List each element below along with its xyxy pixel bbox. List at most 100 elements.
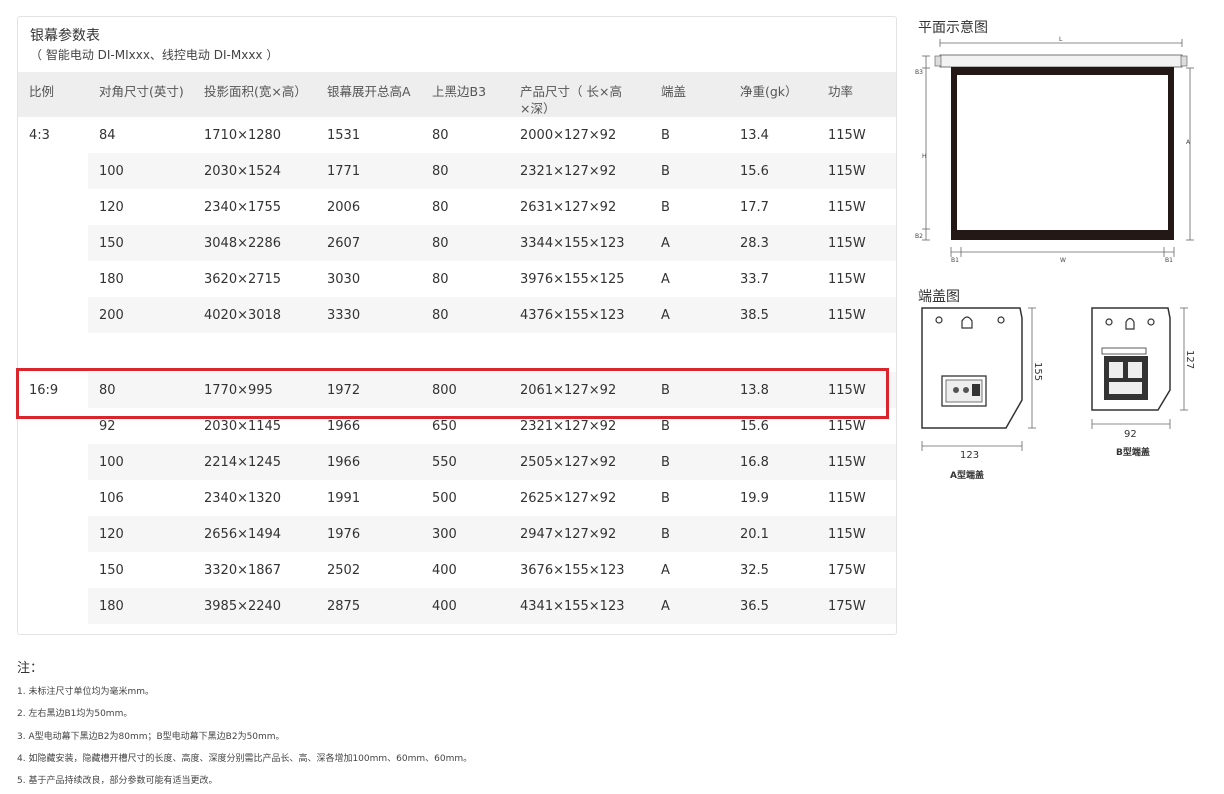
- header-total-height: 银幕展开总高A: [316, 72, 421, 117]
- table-cell: B: [650, 189, 729, 225]
- table-cell: 115W: [817, 480, 896, 516]
- header-endcap: 端盖: [650, 72, 729, 117]
- note-5: 5. 基于产品持续改良，部分参数可能有适当更改。: [17, 776, 218, 786]
- header-diagonal: 对角尺寸(英寸): [88, 72, 193, 117]
- table-cell: 15.6: [729, 153, 817, 189]
- table-cell: 3320×1867: [193, 552, 316, 588]
- table-cell: 3985×2240: [193, 588, 316, 624]
- table-cell: 2006: [316, 189, 421, 225]
- table-row: 106 2340×1320 1991 500 2625×127×92 B 19.9 115W: [18, 480, 896, 516]
- table-cell: 115W: [817, 261, 896, 297]
- table-cell: 28.3: [729, 225, 817, 261]
- header-ratio: 比例: [18, 72, 88, 117]
- table-subtitle: （ 智能电动 DI-MIxxx、线控电动 DI-Mxxx ）: [30, 48, 279, 62]
- table-cell: 80: [421, 225, 509, 261]
- table-cell: 100: [88, 153, 193, 189]
- table-cell: 115W: [817, 225, 896, 261]
- table-cell: A: [650, 225, 729, 261]
- table-row: 120 2340×1755 2006 80 2631×127×92 B 17.7 115W: [18, 189, 896, 225]
- table-cell: 2502: [316, 552, 421, 588]
- plan-label-w: W: [1060, 257, 1066, 264]
- endcap-a-height: 155: [1032, 362, 1043, 381]
- table-cell: 400: [421, 552, 509, 588]
- note-1: 1. 未标注尺寸单位均为毫米mm。: [17, 687, 154, 697]
- ratio-cell: [18, 480, 88, 516]
- table-cell: 38.5: [729, 297, 817, 333]
- table-cell: 4341×155×123: [509, 588, 650, 624]
- table-cell: 2340×1755: [193, 189, 316, 225]
- table-cell: 180: [88, 261, 193, 297]
- table-cell: B: [650, 153, 729, 189]
- plan-diagram: L B3 H A B2 B1 W B1: [915, 36, 1194, 264]
- table-cell: 100: [88, 444, 193, 480]
- table-cell: 150: [88, 225, 193, 261]
- table-cell: 115W: [817, 189, 896, 225]
- table-cell: 2030×1524: [193, 153, 316, 189]
- table-cell: 120: [88, 189, 193, 225]
- table-cell: 80: [421, 153, 509, 189]
- table-cell: 36.5: [729, 588, 817, 624]
- table-cell: 3620×2715: [193, 261, 316, 297]
- table-cell: 3048×2286: [193, 225, 316, 261]
- table-cell: 180: [88, 588, 193, 624]
- table-cell: 115W: [817, 297, 896, 333]
- group-spacer: [18, 333, 896, 372]
- table-cell: A: [650, 588, 729, 624]
- table-cell: 80: [421, 261, 509, 297]
- plan-label-b3: B3: [915, 69, 923, 76]
- table-cell: 1710×1280: [193, 117, 316, 153]
- table-cell: 200: [88, 297, 193, 333]
- table-row: 150 3048×2286 2607 80 3344×155×123 A 28.3 115W: [18, 225, 896, 261]
- ratio-cell: [18, 588, 88, 624]
- endcap-b-width: 92: [1124, 429, 1137, 440]
- table-cell: 1991: [316, 480, 421, 516]
- table-cell: 80: [421, 297, 509, 333]
- table-cell: B: [650, 516, 729, 552]
- ratio-cell: [18, 225, 88, 261]
- table-header-row: 比例 对角尺寸(英寸) 投影面积(宽×高） 银幕展开总高A 上黑边B3 产品尺寸…: [18, 72, 896, 117]
- ratio-cell: [18, 189, 88, 225]
- note-3: 3. A型电动幕下黑边B2为80mm；B型电动幕下黑边B2为50mm。: [17, 732, 285, 742]
- table-cell: 115W: [817, 117, 896, 153]
- highlight-box: [16, 368, 889, 419]
- table-cell: 80: [421, 117, 509, 153]
- table-cell: 2340×1320: [193, 480, 316, 516]
- spec-table-card: 银幕参数表 （ 智能电动 DI-MIxxx、线控电动 DI-Mxxx ） 比例 …: [17, 16, 897, 635]
- table-cell: 2875: [316, 588, 421, 624]
- table-cell: 120: [88, 516, 193, 552]
- ratio-cell: [18, 444, 88, 480]
- table-cell: 106: [88, 480, 193, 516]
- endcap-b-diagram: 127 92 B型端盖: [1091, 307, 1195, 458]
- table-cell: 115W: [817, 153, 896, 189]
- table-row: 180 3985×2240 2875 400 4341×155×123 A 36.5 175W: [18, 588, 896, 624]
- table-cell: A: [650, 297, 729, 333]
- table-cell: 4376×155×123: [509, 297, 650, 333]
- table-cell: 4020×3018: [193, 297, 316, 333]
- table-cell: 150: [88, 552, 193, 588]
- spacer-cell: [18, 333, 896, 372]
- table-cell: 500: [421, 480, 509, 516]
- table-cell: B: [650, 480, 729, 516]
- table-row: 200 4020×3018 3330 80 4376×155×123 A 38.5 115W: [18, 297, 896, 333]
- table-cell: 400: [421, 588, 509, 624]
- table-cell: 3976×155×125: [509, 261, 650, 297]
- table-cell: 80: [421, 189, 509, 225]
- plan-label-h: H: [922, 153, 927, 160]
- spec-table: 比例 对角尺寸(英寸) 投影面积(宽×高） 银幕展开总高A 上黑边B3 产品尺寸…: [18, 72, 896, 624]
- table-title: 银幕参数表: [30, 28, 100, 44]
- header-weight: 净重(gk）: [729, 72, 817, 117]
- table-cell: 20.1: [729, 516, 817, 552]
- table-cell: 2631×127×92: [509, 189, 650, 225]
- table-cell: 2607: [316, 225, 421, 261]
- table-cell: 3030: [316, 261, 421, 297]
- table-cell: B: [650, 444, 729, 480]
- table-cell: 2656×1494: [193, 516, 316, 552]
- ratio-cell: [18, 552, 88, 588]
- table-cell: 1531: [316, 117, 421, 153]
- table-cell: 2321×127×92: [509, 153, 650, 189]
- table-cell: 84: [88, 117, 193, 153]
- table-cell: 550: [421, 444, 509, 480]
- table-cell: 19.9: [729, 480, 817, 516]
- endcap-a-width: 123: [960, 450, 979, 461]
- table-cell: 1966: [316, 444, 421, 480]
